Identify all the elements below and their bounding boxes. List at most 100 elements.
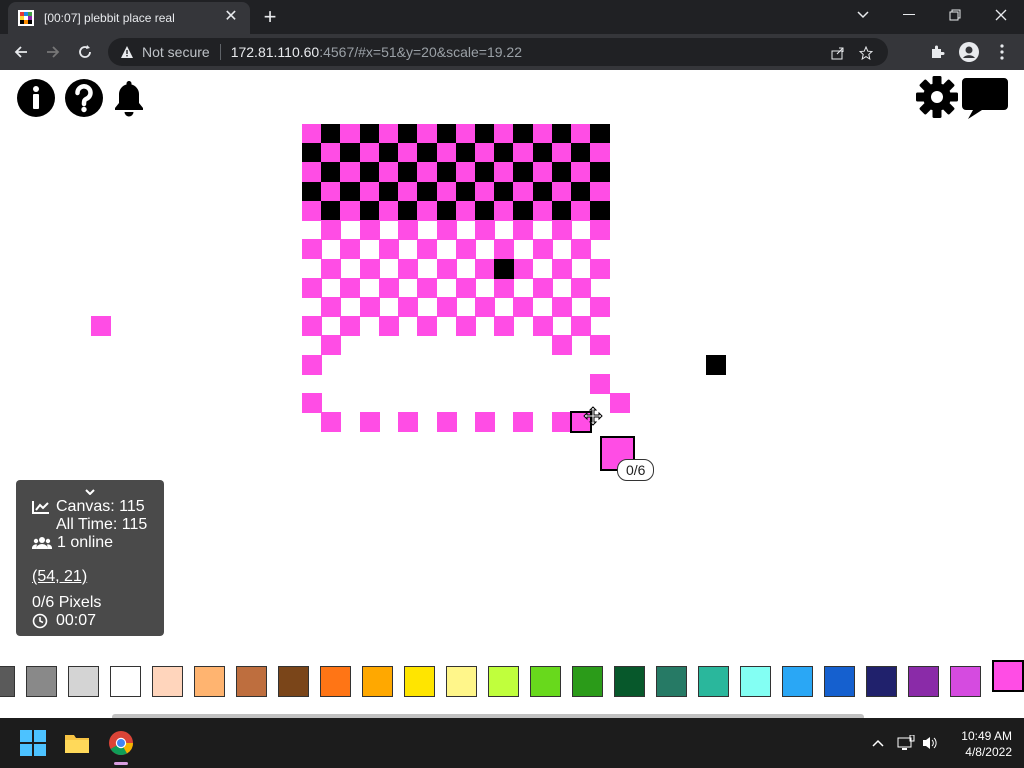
canvas-pixel (494, 124, 515, 144)
palette-swatch[interactable] (530, 666, 561, 697)
volume-icon[interactable] (918, 728, 942, 758)
palette-swatch[interactable] (740, 666, 771, 697)
tab-title: [00:07] plebbit place real (44, 11, 175, 25)
palette-swatch[interactable] (26, 666, 57, 697)
users-group-icon (32, 537, 52, 549)
palette-swatch[interactable] (0, 666, 15, 697)
share-icon[interactable] (828, 43, 848, 63)
browser-tab[interactable]: [00:07] plebbit place real ✕ (8, 2, 250, 34)
palette-swatch[interactable] (488, 666, 519, 697)
restore-icon[interactable] (932, 0, 978, 30)
forward-arrow-icon[interactable] (40, 39, 66, 65)
canvas-pixel (417, 239, 438, 260)
extensions-puzzle-icon[interactable] (924, 39, 950, 65)
clock-date: 4/8/2022 (965, 745, 1012, 759)
palette-swatch[interactable] (446, 666, 477, 697)
palette-swatch[interactable] (992, 660, 1024, 692)
windows-start-icon[interactable] (18, 728, 48, 758)
palette-swatch[interactable] (782, 666, 813, 697)
notification-bell-icon[interactable] (110, 78, 148, 118)
canvas-pixel (532, 124, 553, 144)
palette-swatch[interactable] (572, 666, 603, 697)
canvas-pixel (359, 412, 380, 433)
canvas-pixel (571, 316, 592, 337)
close-window-icon[interactable] (978, 0, 1024, 30)
canvas-pixel (571, 277, 592, 298)
canvas-pixel (494, 143, 515, 164)
canvas-pixel (340, 200, 361, 221)
canvas-pixel (359, 181, 380, 202)
canvas-pixel (590, 162, 611, 183)
canvas-pixel (571, 181, 592, 202)
canvas-pixel (302, 277, 322, 298)
palette-swatch[interactable] (698, 666, 729, 697)
collapse-chevron-icon[interactable] (16, 486, 164, 498)
pixels-available: 0/6 Pixels (32, 594, 102, 611)
chat-bubble-icon[interactable] (962, 76, 1008, 120)
canvas-pixel (532, 239, 553, 260)
chart-line-icon (32, 501, 49, 514)
cursor-pixel-count: 0/6 (617, 459, 655, 481)
palette-swatch[interactable] (320, 666, 351, 697)
canvas-pixel (513, 412, 534, 433)
canvas-pixel (398, 258, 419, 279)
canvas-pixel (398, 220, 419, 241)
palette-swatch[interactable] (908, 666, 939, 697)
tab-search-chevron-icon[interactable] (840, 0, 886, 30)
canvas-pixel (474, 162, 495, 183)
canvas-pixel (513, 124, 534, 144)
palette-swatch[interactable] (362, 666, 393, 697)
network-icon[interactable] (894, 728, 918, 758)
palette-swatch[interactable] (110, 666, 141, 697)
palette-swatch[interactable] (614, 666, 645, 697)
tab-close-icon[interactable]: ✕ (222, 9, 240, 27)
palette-swatch[interactable] (278, 666, 309, 697)
palette-swatch[interactable] (404, 666, 435, 697)
info-icon[interactable] (16, 78, 56, 118)
palette-swatch[interactable] (152, 666, 183, 697)
canvas-pixel (532, 162, 553, 183)
canvas-pixel (398, 162, 419, 183)
canvas-pixel (302, 393, 322, 414)
kebab-menu-icon[interactable] (989, 39, 1015, 65)
profile-avatar-icon[interactable] (956, 39, 982, 65)
canvas-pixel (455, 239, 476, 260)
coordinates-link[interactable]: (54, 21) (32, 568, 87, 586)
bookmark-star-icon[interactable] (856, 43, 876, 63)
palette-swatch[interactable] (194, 666, 225, 697)
canvas-pixel (474, 200, 495, 221)
canvas-pixel (455, 277, 476, 298)
canvas-pixel (417, 316, 438, 337)
url-host: 172.81.110.60 (230, 44, 320, 60)
canvas-pixel (494, 181, 515, 202)
reload-icon[interactable] (72, 39, 98, 65)
palette-swatch[interactable] (656, 666, 687, 697)
tray-chevron-up-icon[interactable] (866, 728, 890, 758)
warning-icon (121, 46, 133, 58)
canvas-pixel (494, 162, 515, 183)
canvas-pixel (590, 200, 611, 221)
palette-swatch[interactable] (68, 666, 99, 697)
new-tab-button[interactable]: + (258, 6, 282, 30)
palette-swatch[interactable] (824, 666, 855, 697)
canvas-pixel (321, 200, 342, 221)
canvas-pixel (359, 258, 380, 279)
palette-swatch[interactable] (950, 666, 981, 697)
canvas-pixel (359, 124, 380, 144)
palette-swatch[interactable] (236, 666, 267, 697)
palette-swatch[interactable] (866, 666, 897, 697)
canvas-pixel (513, 162, 534, 183)
system-clock[interactable]: 10:49 AM 4/8/2022 (961, 728, 1012, 760)
address-bar[interactable]: Not secure 172.81.110.60:4567/#x=51&y=20… (108, 38, 888, 66)
canvas-pixel (571, 239, 592, 260)
canvas-pixel (321, 162, 342, 183)
help-question-icon[interactable] (64, 78, 104, 118)
canvas-pixel (321, 143, 342, 164)
minimize-icon[interactable] (886, 0, 932, 30)
canvas-pixel (455, 316, 476, 337)
chrome-taskbar-icon[interactable] (106, 728, 136, 758)
canvas-pixel (494, 200, 515, 221)
back-arrow-icon[interactable] (8, 39, 34, 65)
file-explorer-icon[interactable] (62, 728, 92, 758)
settings-gear-icon[interactable] (916, 76, 958, 118)
